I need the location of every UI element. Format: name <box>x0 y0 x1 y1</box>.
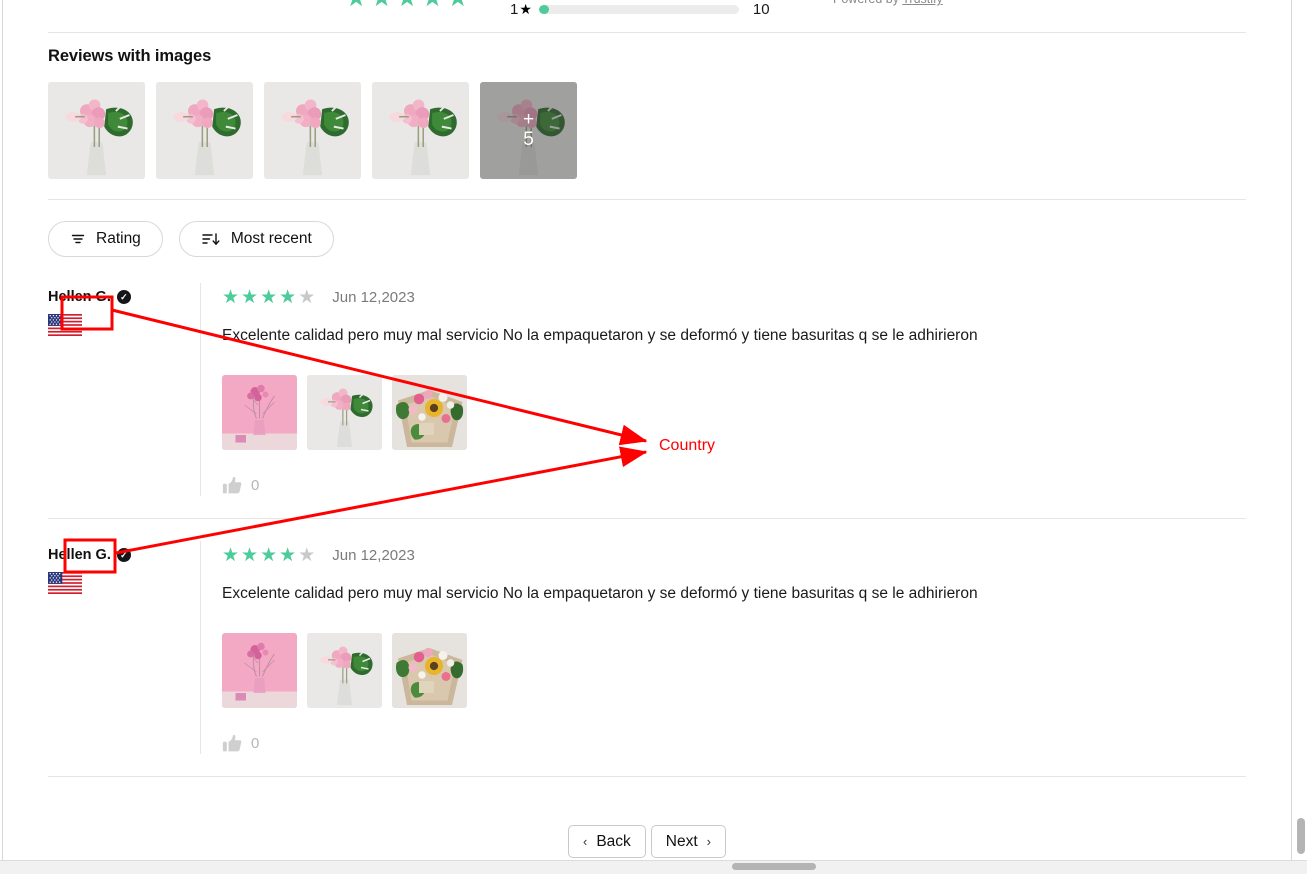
star-filled-icon: ★ <box>279 544 299 566</box>
star-filled-icon: ★ <box>222 286 242 308</box>
review-image-thumb-4[interactable] <box>372 82 469 179</box>
vertical-scrollbar-thumb[interactable] <box>1297 818 1305 854</box>
verified-check-icon: ✓ <box>116 548 131 562</box>
review-content-column: ★★★★★ Jun 12,2023 Excelente calidad pero m… <box>200 283 1246 496</box>
star-filled-icon: ★ <box>241 544 261 566</box>
reviews-widget: ★★★★★ 1 ★ 10 Powered by Trustify Reviews… <box>48 0 1246 858</box>
back-button-label: Back <box>596 832 631 850</box>
review-photo-row <box>222 375 1246 450</box>
chevron-left-icon: ‹ <box>582 834 588 849</box>
star-empty-icon: ★ <box>298 544 318 566</box>
back-button[interactable]: ‹ Back <box>567 825 646 858</box>
powered-by-label: Powered by Trustify <box>833 0 943 6</box>
review-star-rating: ★★★★★ <box>222 546 317 565</box>
rating-bar-track <box>538 4 739 14</box>
review-image-thumb-2[interactable] <box>156 82 253 179</box>
star-filled-icon: ★ <box>222 544 242 566</box>
rating-bar-1-star[interactable]: 1 ★ 10 <box>510 0 770 18</box>
sort-filter-label: Most recent <box>230 230 312 247</box>
rating-filter-label: Rating <box>96 230 141 247</box>
reviews-with-images-title: Reviews with images <box>48 47 212 65</box>
page-right-border <box>1291 0 1292 862</box>
reviewer-name: Hellen G. ✓ <box>48 289 200 305</box>
review-like-count: 0 <box>251 477 260 494</box>
thumbs-up-icon[interactable] <box>222 733 243 754</box>
review-item: Hellen G. ✓ ★★★★★ Jun 12,2023 Excelente cali… <box>48 541 1246 754</box>
reviews-with-images-section: Reviews with images +5 <box>48 33 1246 179</box>
reviewer-name: Hellen G. ✓ <box>48 547 200 563</box>
review-like-count: 0 <box>251 735 260 752</box>
review-body-text: Excelente calidad pero muy mal servicio … <box>222 327 978 344</box>
review-photo-1[interactable] <box>222 375 297 450</box>
review-body-text: Excelente calidad pero muy mal servicio … <box>222 585 978 602</box>
horizontal-scrollbar-thumb[interactable] <box>732 863 816 870</box>
reviewer-name-text: Hellen G. <box>48 547 111 563</box>
review-like-control[interactable]: 0 <box>222 733 1246 754</box>
review-date: Jun 12,2023 <box>332 546 415 564</box>
filter-icon <box>70 231 86 247</box>
overall-rating-stars: ★★★★★ <box>345 0 472 11</box>
vertical-scrollbar[interactable] <box>1295 0 1307 862</box>
review-photo-3[interactable] <box>392 375 467 450</box>
star-filled-icon: ★ <box>279 286 299 308</box>
screenshot-root: ★★★★★ 1 ★ 10 Powered by Trustify Reviews… <box>0 0 1307 874</box>
review-item: Hellen G. ✓ ★★★★★ Jun 12,2023 Excelente cali… <box>48 283 1246 496</box>
united-states-flag-icon <box>48 314 82 336</box>
rating-summary-strip: ★★★★★ 1 ★ 10 Powered by Trustify <box>48 0 1246 28</box>
review-image-thumbnail-strip: +5 <box>48 82 1246 179</box>
review-photo-1[interactable] <box>222 633 297 708</box>
review-list: Hellen G. ✓ ★★★★★ Jun 12,2023 Excelente cali… <box>48 283 1246 777</box>
verified-check-icon: ✓ <box>116 290 131 304</box>
pagination-controls: ‹ Back Next › <box>48 825 1246 858</box>
page-left-border <box>2 0 3 862</box>
review-content-column: ★★★★★ Jun 12,2023 Excelente calidad pero m… <box>200 541 1246 754</box>
review-photo-row <box>222 633 1246 708</box>
review-photo-2[interactable] <box>307 633 382 708</box>
chevron-right-icon: › <box>706 834 712 849</box>
more-images-count: 5 <box>523 129 534 150</box>
next-button-label: Next <box>665 832 698 850</box>
thumbs-up-icon[interactable] <box>222 475 243 496</box>
star-filled-icon: ★ <box>260 544 280 566</box>
review-image-thumb-3[interactable] <box>264 82 361 179</box>
review-row: Hellen G. ✓ ★★★★★ Jun 12,2023 Excelente cali… <box>48 283 1246 496</box>
review-rating-row: ★★★★★ Jun 12,2023 <box>222 285 1246 309</box>
divider-above-filters <box>48 199 1246 200</box>
review-image-thumb-1[interactable] <box>48 82 145 179</box>
review-rating-row: ★★★★★ Jun 12,2023 <box>222 543 1246 567</box>
review-photo-2[interactable] <box>307 375 382 450</box>
powered-by-text: Powered by <box>833 0 902 6</box>
review-divider <box>48 518 1246 519</box>
review-photo-3[interactable] <box>392 633 467 708</box>
review-date: Jun 12,2023 <box>332 288 415 306</box>
review-star-rating: ★★★★★ <box>222 288 317 307</box>
star-empty-icon: ★ <box>298 286 318 308</box>
star-filled-icon: ★ <box>260 286 280 308</box>
review-author-column: Hellen G. ✓ <box>48 283 200 496</box>
more-images-plus: + <box>522 109 535 130</box>
horizontal-scrollbar[interactable] <box>0 860 1307 874</box>
reviewer-name-text: Hellen G. <box>48 289 111 305</box>
sort-filter-button[interactable]: Most recent <box>178 221 334 257</box>
next-button[interactable]: Next › <box>650 825 727 858</box>
rating-bar-label: 1 ★ <box>510 1 532 18</box>
rating-bar-number: 1 <box>510 0 519 18</box>
rating-bar-count: 10 <box>752 0 770 18</box>
review-author-column: Hellen G. ✓ <box>48 541 200 754</box>
trustify-link[interactable]: Trustify <box>902 0 943 6</box>
review-divider <box>48 776 1246 777</box>
rating-filter-button[interactable]: Rating <box>48 221 163 257</box>
more-images-overlay: +5 <box>480 82 577 179</box>
rating-bar-fill <box>538 4 549 14</box>
review-row: Hellen G. ✓ ★★★★★ Jun 12,2023 Excelente cali… <box>48 541 1246 754</box>
united-states-flag-icon <box>48 572 82 594</box>
review-like-control[interactable]: 0 <box>222 475 1246 496</box>
star-icon: ★ <box>519 0 532 17</box>
sort-descending-icon <box>201 231 221 247</box>
review-image-thumb-5[interactable]: +5 <box>480 82 577 179</box>
review-filter-bar: Rating Most recent <box>48 221 1246 257</box>
star-filled-icon: ★ <box>241 286 261 308</box>
